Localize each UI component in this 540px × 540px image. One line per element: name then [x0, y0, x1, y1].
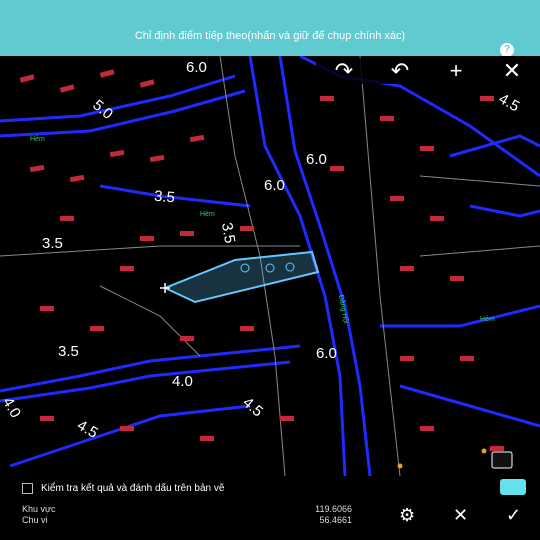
- street-label: Hẻm: [30, 136, 45, 143]
- dimension-label: 6.0: [306, 151, 327, 168]
- perimeter-label: Chu vi: [22, 515, 48, 525]
- dimension-label: 3.5: [218, 221, 238, 244]
- dimension-label: 3.5: [153, 188, 175, 207]
- dimension-label: 6.0: [316, 345, 337, 362]
- drawing-toolbar: ↷ ↶ + ✕: [316, 58, 540, 84]
- check-result-row[interactable]: Kiểm tra kết quả và đánh dấu trên bản vẽ: [0, 476, 540, 500]
- dimension-label: 6.0: [186, 59, 207, 76]
- perimeter-value: 56.4661: [319, 515, 352, 525]
- street-label: Hẻm: [480, 316, 495, 323]
- help-icon[interactable]: ?: [500, 43, 514, 57]
- close-icon[interactable]: ✕: [492, 58, 532, 83]
- action-bar: ⚙ ✕ ✓: [380, 500, 540, 530]
- check-result-checkbox[interactable]: [22, 482, 33, 494]
- layers-icon[interactable]: [491, 451, 513, 469]
- settings-icon[interactable]: ⚙: [399, 505, 415, 526]
- check-result-label: Kiểm tra kết quả và đánh dấu trên bản vẽ: [41, 482, 225, 494]
- area-value: 119.6066: [315, 504, 352, 514]
- redo-icon[interactable]: ↷: [324, 58, 364, 83]
- dimension-label: 6.0: [264, 177, 285, 194]
- cad-map[interactable]: 6.0 5.0 4.5 6.0 6.0 3.5 3.5 3.5 6.0 3.5 …: [0, 56, 540, 476]
- dimension-label: 4.0: [172, 373, 193, 390]
- dimension-label: 3.5: [42, 235, 63, 252]
- confirm-icon[interactable]: ✓: [506, 505, 521, 526]
- instruction-bar: Chỉ định điểm tiếp theo(nhấn và giữ để c…: [0, 0, 540, 57]
- undo-icon[interactable]: ↶: [380, 58, 420, 83]
- street-label: Hẻm: [200, 211, 215, 218]
- cancel-icon[interactable]: ✕: [453, 505, 468, 526]
- dimension-label: 3.5: [58, 343, 79, 360]
- area-label: Khu vực: [22, 504, 56, 514]
- instruction-text: Chỉ định điểm tiếp theo(nhấn và giữ để c…: [134, 30, 406, 42]
- add-point-icon[interactable]: +: [436, 58, 476, 83]
- color-swatch[interactable]: [500, 479, 526, 495]
- measurement-stats: Khu vực 119.6066 Chu vi 56.4661: [22, 504, 352, 526]
